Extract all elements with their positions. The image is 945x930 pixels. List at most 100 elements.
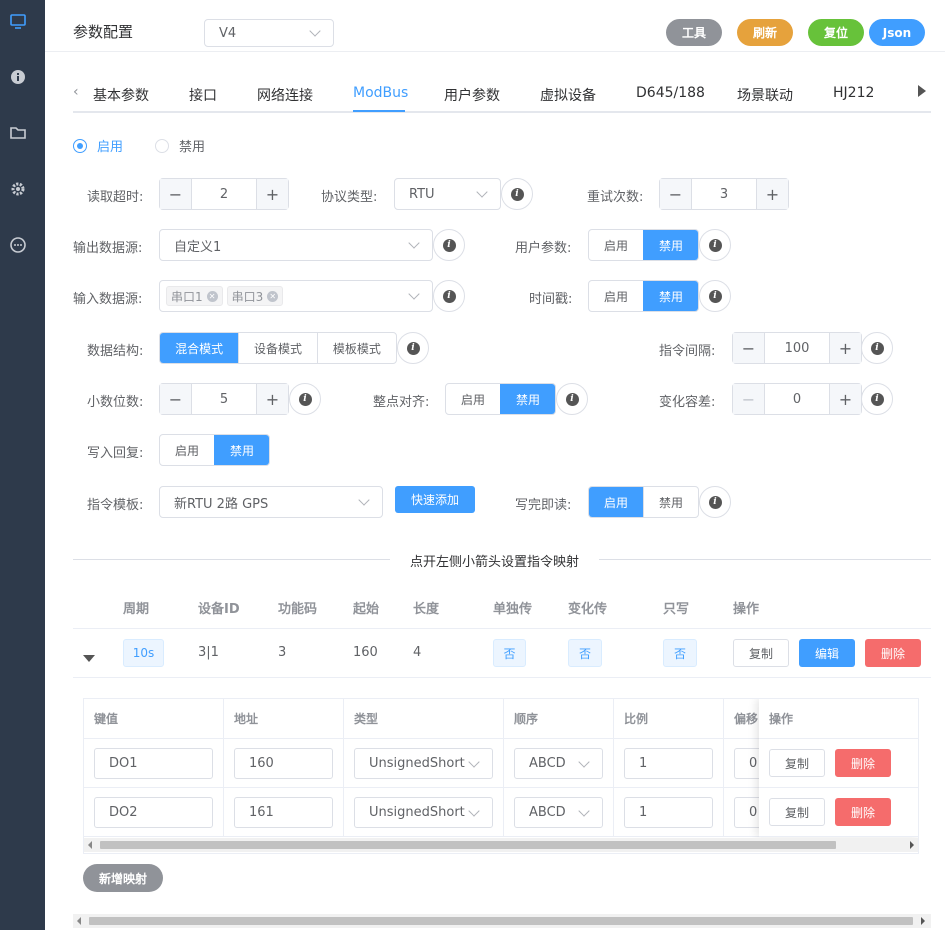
scale-input[interactable]: 1 [624,748,713,779]
info-icon[interactable]: i [501,178,533,210]
tools-button[interactable]: 工具 [666,19,722,46]
read-after-write-off[interactable]: 禁用 [643,487,698,517]
order-select[interactable]: ABCD [514,797,603,828]
tab-scroll-right-icon[interactable] [918,85,926,97]
expand-arrow-icon[interactable] [83,655,95,662]
increment-button[interactable]: + [256,384,288,414]
tab-basic[interactable]: 基本参数 [93,85,149,105]
increment-button[interactable]: + [829,333,861,363]
addr-input[interactable]: 160 [234,748,333,779]
monitor-icon[interactable] [9,12,27,30]
delete-button[interactable]: 删除 [865,639,921,667]
decrement-button[interactable]: − [733,333,765,363]
write-reply-toggle[interactable]: 启用 禁用 [159,434,270,466]
retry-value[interactable]: 3 [692,179,756,209]
copy-button[interactable]: 复制 [769,798,825,826]
scroll-right-icon[interactable] [921,917,925,925]
write-reply-off[interactable]: 禁用 [214,435,269,465]
mapping-scrollbar[interactable] [84,838,918,852]
read-timeout-stepper[interactable]: − 2 + [159,178,289,210]
type-select[interactable]: UnsignedShort [354,748,493,779]
info-icon[interactable]: i [289,383,321,415]
info-icon[interactable]: i [433,229,465,261]
copy-button[interactable]: 复制 [733,639,789,667]
mode-template[interactable]: 模板模式 [316,333,396,363]
timestamp-on[interactable]: 启用 [589,281,643,311]
info-icon[interactable]: i [556,383,588,415]
tab-user-params[interactable]: 用户参数 [444,85,500,105]
cmd-template-select[interactable]: 新RTU 2路 GPS [159,486,383,518]
info-icon[interactable] [9,68,27,86]
delete-button[interactable]: 删除 [835,798,891,826]
info-icon[interactable]: i [699,229,731,261]
hour-align-off[interactable]: 禁用 [500,384,555,414]
info-icon[interactable]: i [699,486,731,518]
quick-add-button[interactable]: 快速添加 [395,486,475,513]
retry-stepper[interactable]: − 3 + [659,178,789,210]
chat-icon[interactable] [9,236,27,254]
tab-interface[interactable]: 接口 [189,85,217,105]
change-tol-value[interactable]: 0 [765,384,829,414]
refresh-button[interactable]: 刷新 [737,19,793,46]
read-after-write-toggle[interactable]: 启用 禁用 [588,486,699,518]
tab-modbus[interactable]: ModBus [353,85,408,101]
write-reply-on[interactable]: 启用 [160,435,214,465]
folder-icon[interactable] [9,124,27,142]
hour-align-toggle[interactable]: 启用 禁用 [445,383,556,415]
gear-icon[interactable] [9,180,27,198]
protocol-select[interactable]: RTU [394,178,501,210]
tab-scroll-left-icon[interactable]: ‹ [73,84,79,100]
close-icon[interactable]: ✕ [267,290,279,302]
scroll-left-icon[interactable] [88,841,92,849]
decrement-button[interactable]: − [160,384,192,414]
cmd-interval-value[interactable]: 100 [765,333,829,363]
decrement-button[interactable]: − [660,179,692,209]
radio-disable[interactable]: 禁用 [155,136,205,155]
mode-device[interactable]: 设备模式 [238,333,316,363]
change-tol-stepper[interactable]: − 0 + [732,383,862,415]
addr-input[interactable]: 161 [234,797,333,828]
read-timeout-value[interactable]: 2 [192,179,256,209]
info-icon[interactable]: i [397,332,429,364]
info-icon[interactable]: i [861,383,893,415]
type-select[interactable]: UnsignedShort [354,797,493,828]
decrement-button[interactable]: − [733,384,765,414]
copy-button[interactable]: 复制 [769,749,825,777]
data-struct-toggle[interactable]: 混合模式 设备模式 模板模式 [159,332,397,364]
decrement-button[interactable]: − [160,179,192,209]
close-icon[interactable]: ✕ [206,290,218,302]
timestamp-toggle[interactable]: 启用 禁用 [588,280,699,312]
increment-button[interactable]: + [756,179,788,209]
read-after-write-on[interactable]: 启用 [589,487,643,517]
info-icon[interactable]: i [861,332,893,364]
tab-d645[interactable]: D645/188 [636,85,705,101]
cmd-interval-stepper[interactable]: − 100 + [732,332,862,364]
key-input[interactable]: DO1 [94,748,213,779]
tab-network[interactable]: 网络连接 [257,85,313,105]
user-params-on[interactable]: 启用 [589,230,643,260]
info-icon[interactable]: i [433,280,465,312]
increment-button[interactable]: + [829,384,861,414]
input-source-select[interactable]: 串口1 ✕ 串口3 ✕ [159,280,433,312]
tab-hj212[interactable]: HJ212 [833,85,874,101]
timestamp-off[interactable]: 禁用 [643,281,698,311]
user-params-toggle[interactable]: 启用 禁用 [588,229,699,261]
delete-button[interactable]: 删除 [835,749,891,777]
scroll-left-icon[interactable] [77,917,81,925]
tab-virtual-device[interactable]: 虚拟设备 [540,85,596,105]
page-scrollbar[interactable] [73,914,931,928]
decimals-value[interactable]: 5 [192,384,256,414]
json-button[interactable]: Json [869,19,925,46]
scrollbar-thumb[interactable] [89,917,913,925]
info-icon[interactable]: i [699,280,731,312]
add-mapping-button[interactable]: 新增映射 [83,864,163,892]
scrollbar-thumb[interactable] [100,841,836,849]
decimals-stepper[interactable]: − 5 + [159,383,289,415]
increment-button[interactable]: + [256,179,288,209]
scale-input[interactable]: 1 [624,797,713,828]
key-input[interactable]: DO2 [94,797,213,828]
hour-align-on[interactable]: 启用 [446,384,500,414]
mode-mixed[interactable]: 混合模式 [160,333,239,363]
user-params-off[interactable]: 禁用 [643,230,698,260]
edit-button[interactable]: 编辑 [799,639,855,667]
